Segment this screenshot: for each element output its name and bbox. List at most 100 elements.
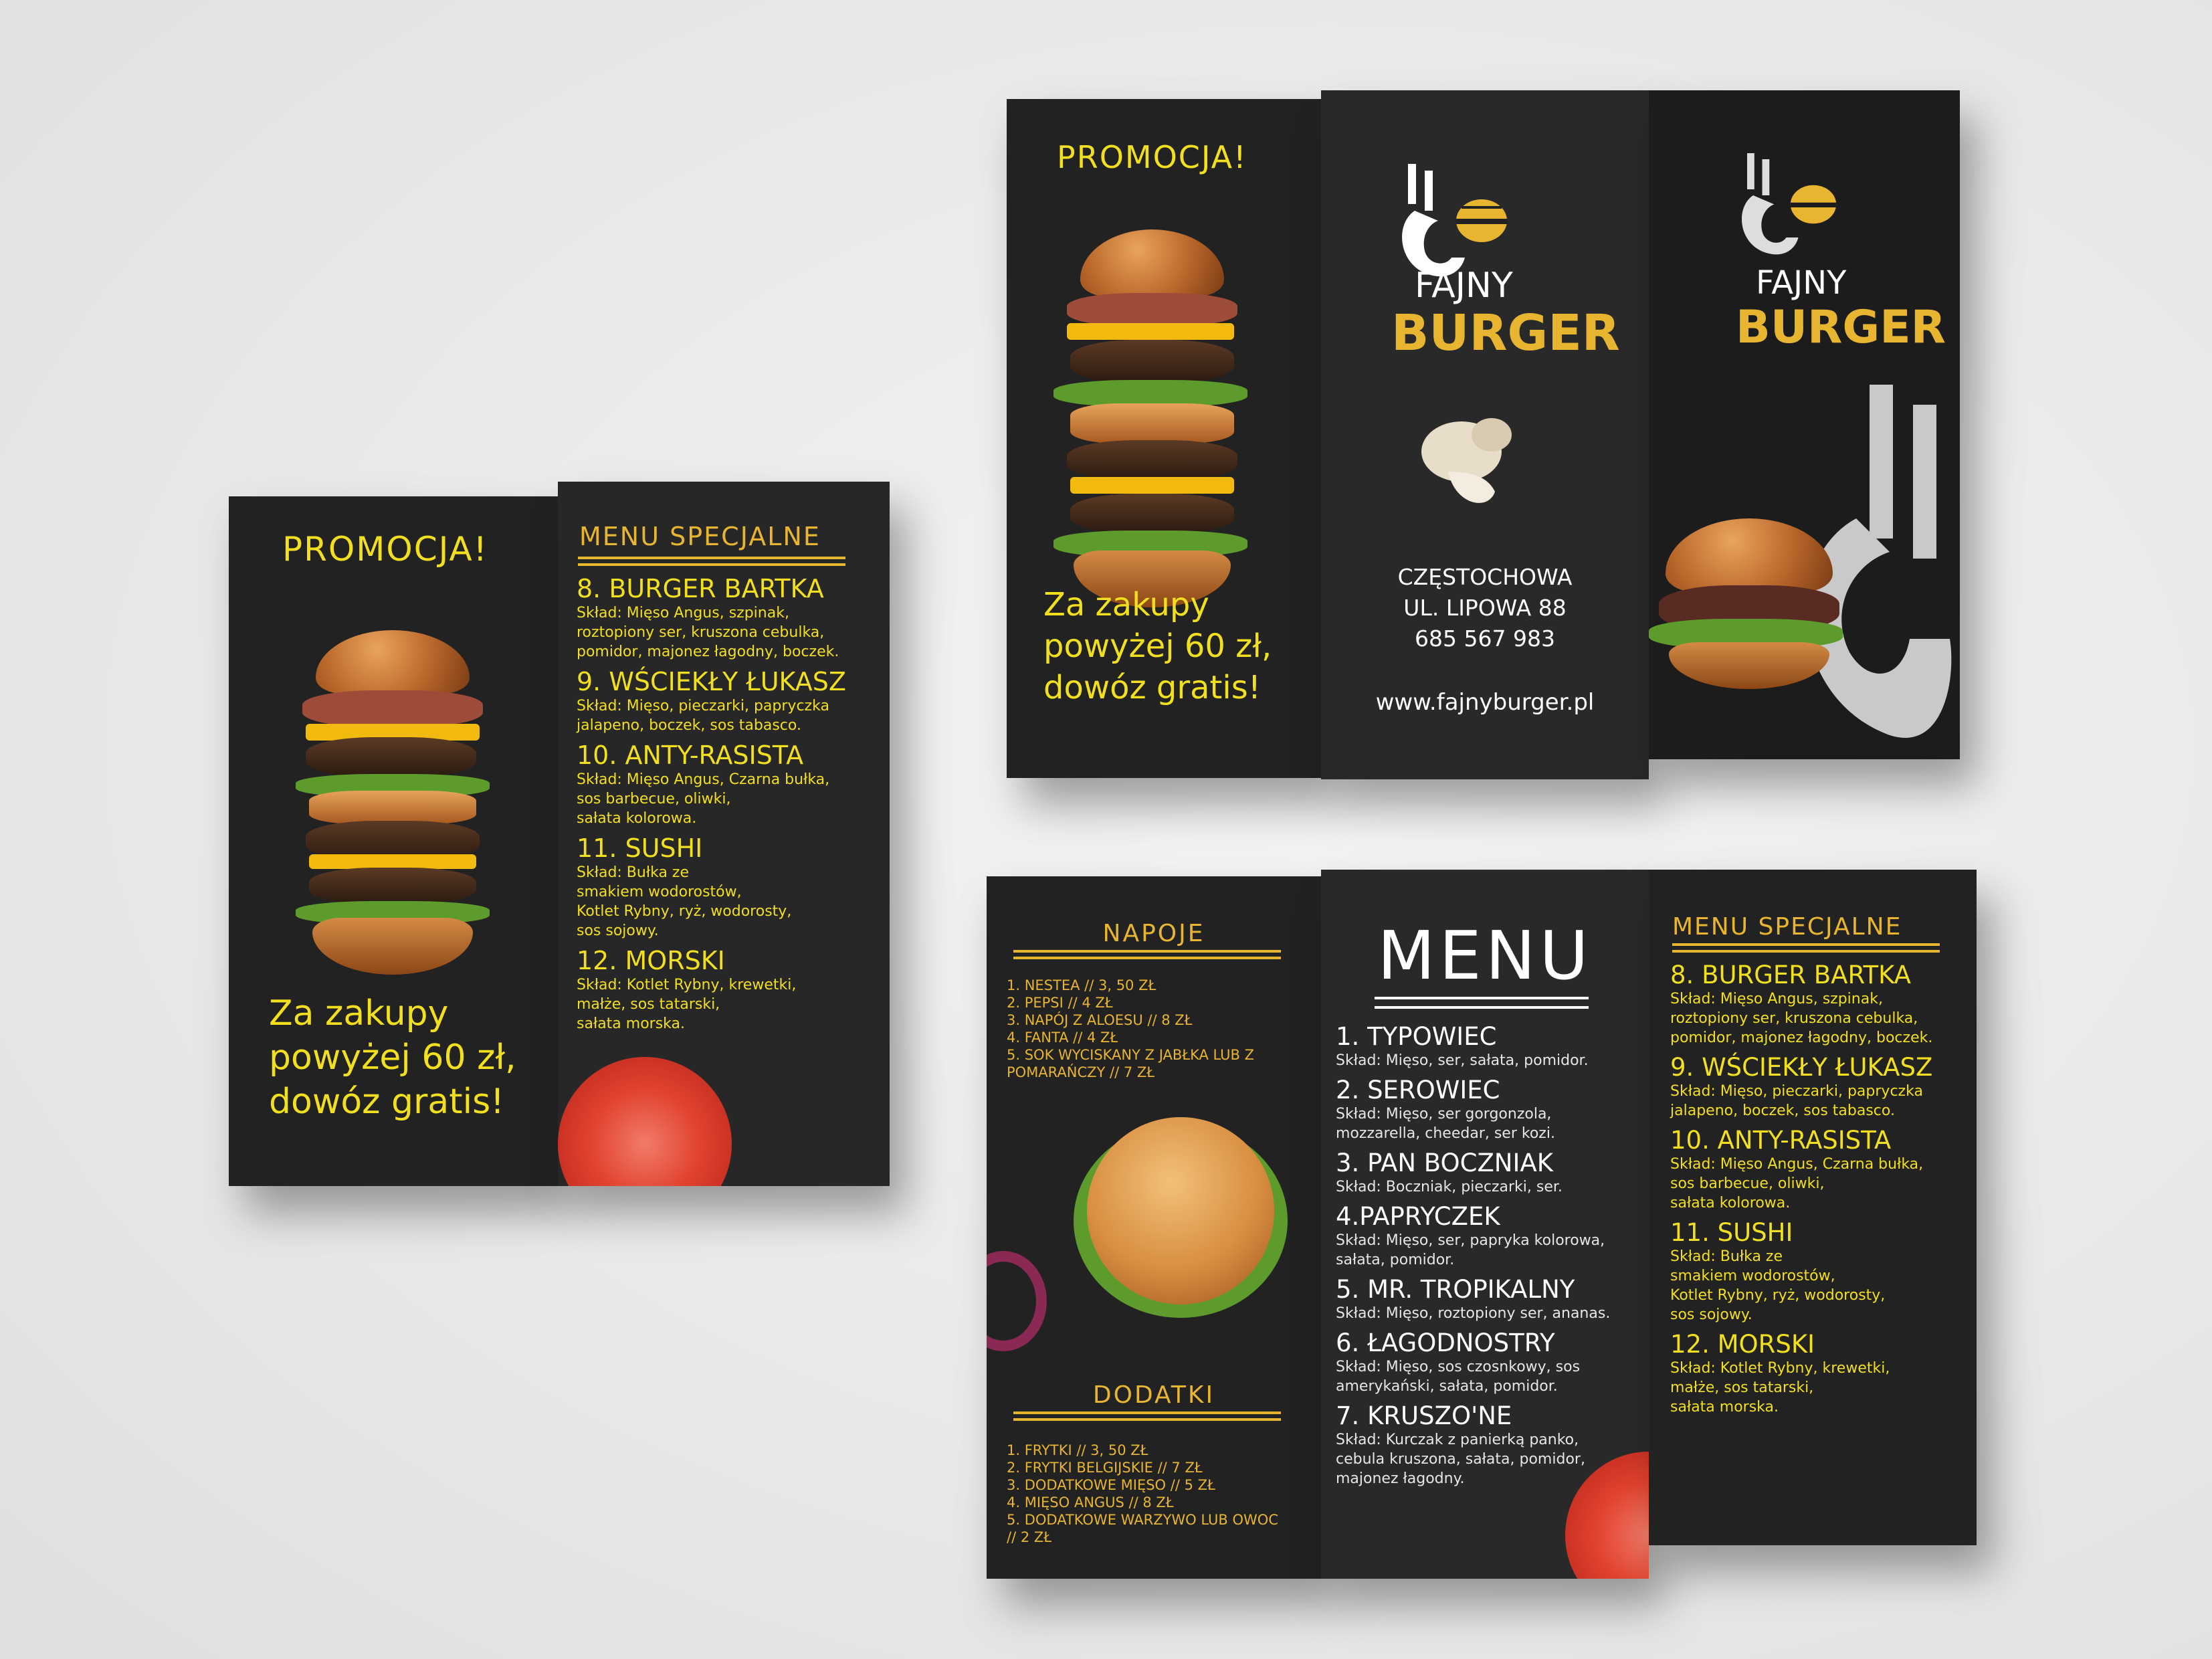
menu-item-title: 12. MORSKI xyxy=(1670,1330,1815,1359)
cover-contact-panel: FAJNY BURGER CZĘSTOCHOWA UL. LIPOWA 88 6… xyxy=(1321,90,1649,779)
promo-text: Za zakupy powyżej 60 zł, dowóz gratis! xyxy=(269,991,516,1124)
menu-item-description: Skład: Bułka ze xyxy=(577,864,690,881)
menu-item: 10. ANTY-RASISTA Skład: Mięso Angus, Czar… xyxy=(577,741,884,828)
menu-item-title: 2. SEROWIEC xyxy=(1336,1076,1500,1104)
price-list-line: 1. NESTEA // 3, 50 ZŁ xyxy=(1007,977,1157,993)
menu-item-description: Skład: Mięso, ser gorgonzola, xyxy=(1336,1106,1552,1123)
menu-item: 9. WŚCIEKŁY ŁUKASZ Skład: Mięso, pieczark… xyxy=(577,667,884,735)
inside-special-list: 8. BURGER BARTKA Skład: Mięso Angus, szpi… xyxy=(1670,961,1971,1422)
menu-item-title: 8. BURGER BARTKA xyxy=(1670,961,1911,989)
menu-item-description: Skład: Mięso Angus, szpinak, xyxy=(1670,991,1883,1007)
contact-phone: 685 567 983 xyxy=(1415,625,1555,652)
menu-list: 1. TYPOWIEC Skład: Mięso, ser, sałata, po… xyxy=(1336,1022,1643,1494)
menu-item: 1. TYPOWIEC Skład: Mięso, ser, sałata, po… xyxy=(1336,1022,1643,1070)
menu-item-description: sos barbecue, oliwki, xyxy=(577,791,731,807)
menu-item-title: 4.PAPRYCZEK xyxy=(1336,1202,1500,1231)
cover-tall-burger-image xyxy=(1053,229,1247,644)
cover-hand-ok-logo-icon xyxy=(1729,147,1849,268)
menu-item-description: Skład: Mięso, ser, sałata, pomidor. xyxy=(1336,1052,1589,1069)
left-promo-panel: PROMOCJA! Za zakupy powyżej 60 zł, dowóz… xyxy=(229,496,558,1186)
menu-item-description: sos sojowy. xyxy=(577,922,659,939)
left-special-panel: MENU SPECJALNE 8. BURGER BARTKA Skład: Mi… xyxy=(558,482,890,1186)
menu-item-description: sos sojowy. xyxy=(1670,1306,1752,1323)
menu-item-description: sałata kolorowa. xyxy=(1670,1195,1791,1211)
brand-name-top: FAJNY xyxy=(1415,266,1513,306)
cover-promo-heading: PROMOCJA! xyxy=(1057,139,1247,175)
menu-item: 11. SUSHI Skład: Bułka ze smakiem wodorost… xyxy=(1670,1218,1971,1325)
menu-item-title: 12. MORSKI xyxy=(577,946,725,975)
menu-item-description: smakiem wodorostów, xyxy=(1670,1268,1835,1284)
menu-item: 3. PAN BOCZNIAK Skład: Boczniak, pieczark… xyxy=(1336,1149,1643,1197)
cover-promo-text: Za zakupy powyżej 60 zł, dowóz gratis! xyxy=(1043,584,1272,708)
menu-item-description: małże, sos tatarski, xyxy=(577,996,720,1013)
menu-item: 8. BURGER BARTKA Skład: Mięso Angus, szpi… xyxy=(1670,961,1971,1048)
menu-item-description: Skład: Mięso, roztopiony ser, ananas. xyxy=(1336,1305,1611,1322)
inside-special-heading: MENU SPECJALNE xyxy=(1672,913,1902,941)
menu-item-description: roztopiony ser, kruszona cebulka, xyxy=(1670,1010,1918,1027)
menu-item: 9. WŚCIEKŁY ŁUKASZ Skład: Mięso, pieczark… xyxy=(1670,1053,1971,1120)
contact-street: UL. LIPOWA 88 xyxy=(1403,595,1567,621)
menu-item: 8. BURGER BARTKA Skład: Mięso Angus, szpi… xyxy=(577,574,884,662)
special-list: 8. BURGER BARTKA Skład: Mięso Angus, szpi… xyxy=(577,574,884,1039)
contact-city: CZĘSTOCHOWA xyxy=(1397,564,1573,590)
price-list-line: 4. MIĘSO ANGUS // 8 ZŁ xyxy=(1007,1494,1174,1510)
menu-item-description: Skład: Mięso, ser, papryka kolorowa, xyxy=(1336,1232,1605,1249)
extras-list: 1. FRYTKI // 3, 50 ZŁ 2. FRYTKI BELGIJSKI… xyxy=(1007,1442,1278,1546)
drinks-list: 1. NESTEA // 3, 50 ZŁ 2. PEPSI // 4 ZŁ 3. … xyxy=(1007,977,1254,1081)
drinks-extras-panel: NAPOJE 1. NESTEA // 3, 50 ZŁ 2. PEPSI // … xyxy=(987,876,1321,1579)
main-menu-panel: MENU 1. TYPOWIEC Skład: Mięso, ser, sałat… xyxy=(1321,870,1649,1579)
menu-item-description: Skład: Kotlet Rybny, krewetki, xyxy=(1670,1360,1890,1377)
price-list-line: 2. PEPSI // 4 ZŁ xyxy=(1007,995,1113,1011)
cover-brand-name-bottom: BURGER xyxy=(1736,301,1946,354)
menu-item-description: pomidor, majonez łagodny, boczek. xyxy=(577,644,839,660)
menu-item-title: 9. WŚCIEKŁY ŁUKASZ xyxy=(1670,1053,1933,1082)
menu-item: 2. SEROWIEC Skład: Mięso, ser gorgonzola,… xyxy=(1336,1076,1643,1143)
menu-item-description: sałata kolorowa. xyxy=(577,810,697,827)
menu-item-description: Skład: Mięso Angus, szpinak, xyxy=(577,605,789,621)
menu-item-description: Skład: Mięso, pieczarki, papryczka xyxy=(577,698,829,714)
special-divider xyxy=(578,557,845,566)
price-list-line: 4. FANTA // 4 ZŁ xyxy=(1007,1030,1118,1046)
cover-promo-line-1: Za zakupy xyxy=(1043,586,1209,623)
menu-item-description: roztopiony ser, kruszona cebulka, xyxy=(577,624,825,641)
cover-promo-panel: PROMOCJA! Za zakupy powyżej 60 zł, dowóz… xyxy=(1007,99,1321,778)
menu-item-title: 8. BURGER BARTKA xyxy=(577,574,824,603)
tall-burger-image xyxy=(296,630,490,978)
menu-item-description: Kotlet Rybny, ryż, wodorosty, xyxy=(577,903,792,920)
promo-line-2: powyżej 60 zł, xyxy=(269,1038,516,1078)
menu-item-title: 11. SUSHI xyxy=(1670,1218,1793,1247)
menu-heading: MENU xyxy=(1377,916,1593,995)
menu-item-title: 6. ŁAGODNOSTRY xyxy=(1336,1329,1555,1357)
promo-line-1: Za zakupy xyxy=(269,993,449,1034)
mushroom-image xyxy=(1415,411,1522,512)
menu-item-description: Skład: Mięso, sos czosnkowy, sos xyxy=(1336,1359,1581,1375)
price-list-line: POMARAŃCZY // 7 ZŁ xyxy=(1007,1064,1155,1080)
menu-item-title: 10. ANTY-RASISTA xyxy=(1670,1126,1892,1155)
special-heading: MENU SPECJALNE xyxy=(579,522,821,551)
onion-ring-image xyxy=(987,1251,1047,1351)
menu-item-title: 9. WŚCIEKŁY ŁUKASZ xyxy=(577,667,846,696)
menu-item-description: jalapeno, boczek, sos tabasco. xyxy=(1670,1102,1895,1119)
menu-item: 12. MORSKI Skład: Kotlet Rybny, krewetki,… xyxy=(1670,1330,1971,1417)
menu-item-description: sałata, pomidor. xyxy=(1336,1252,1455,1268)
menu-item-description: Kotlet Rybny, ryż, wodorosty, xyxy=(1670,1287,1886,1304)
menu-item-title: 7. KRUSZO'NE xyxy=(1336,1401,1512,1430)
menu-item-description: małże, sos tatarski, xyxy=(1670,1379,1814,1396)
promo-line-3: dowóz gratis! xyxy=(269,1082,505,1122)
menu-item-description: Skład: Mięso Angus, Czarna bułka, xyxy=(1670,1156,1924,1173)
menu-item-description: Skład: Kotlet Rybny, krewetki, xyxy=(577,977,797,993)
drinks-heading: NAPOJE xyxy=(1102,920,1205,947)
price-list-line: 2. FRYTKI BELGIJSKIE // 7 ZŁ xyxy=(1007,1460,1203,1476)
website-link[interactable]: www.fajnyburger.pl xyxy=(1321,689,1649,716)
price-list-line: 1. FRYTKI // 3, 50 ZŁ xyxy=(1007,1442,1148,1458)
menu-heading-underline xyxy=(1375,997,1589,1009)
inside-special-panel: MENU SPECJALNE 8. BURGER BARTKA Skład: Mi… xyxy=(1649,870,1977,1545)
menu-item-description: Skład: Boczniak, pieczarki, ser. xyxy=(1336,1179,1563,1195)
menu-item: 4.PAPRYCZEK Skład: Mięso, ser, papryka ko… xyxy=(1336,1202,1643,1270)
menu-item-description: sos barbecue, oliwki, xyxy=(1670,1175,1825,1192)
menu-item-title: 5. MR. TROPIKALNY xyxy=(1336,1275,1575,1304)
inside-special-divider xyxy=(1672,943,1940,953)
menu-item: 6. ŁAGODNOSTRY Skład: Mięso, sos czosnkow… xyxy=(1336,1329,1643,1396)
menu-item: 12. MORSKI Skład: Kotlet Rybny, krewetki,… xyxy=(577,946,884,1034)
menu-item-title: 3. PAN BOCZNIAK xyxy=(1336,1149,1553,1177)
